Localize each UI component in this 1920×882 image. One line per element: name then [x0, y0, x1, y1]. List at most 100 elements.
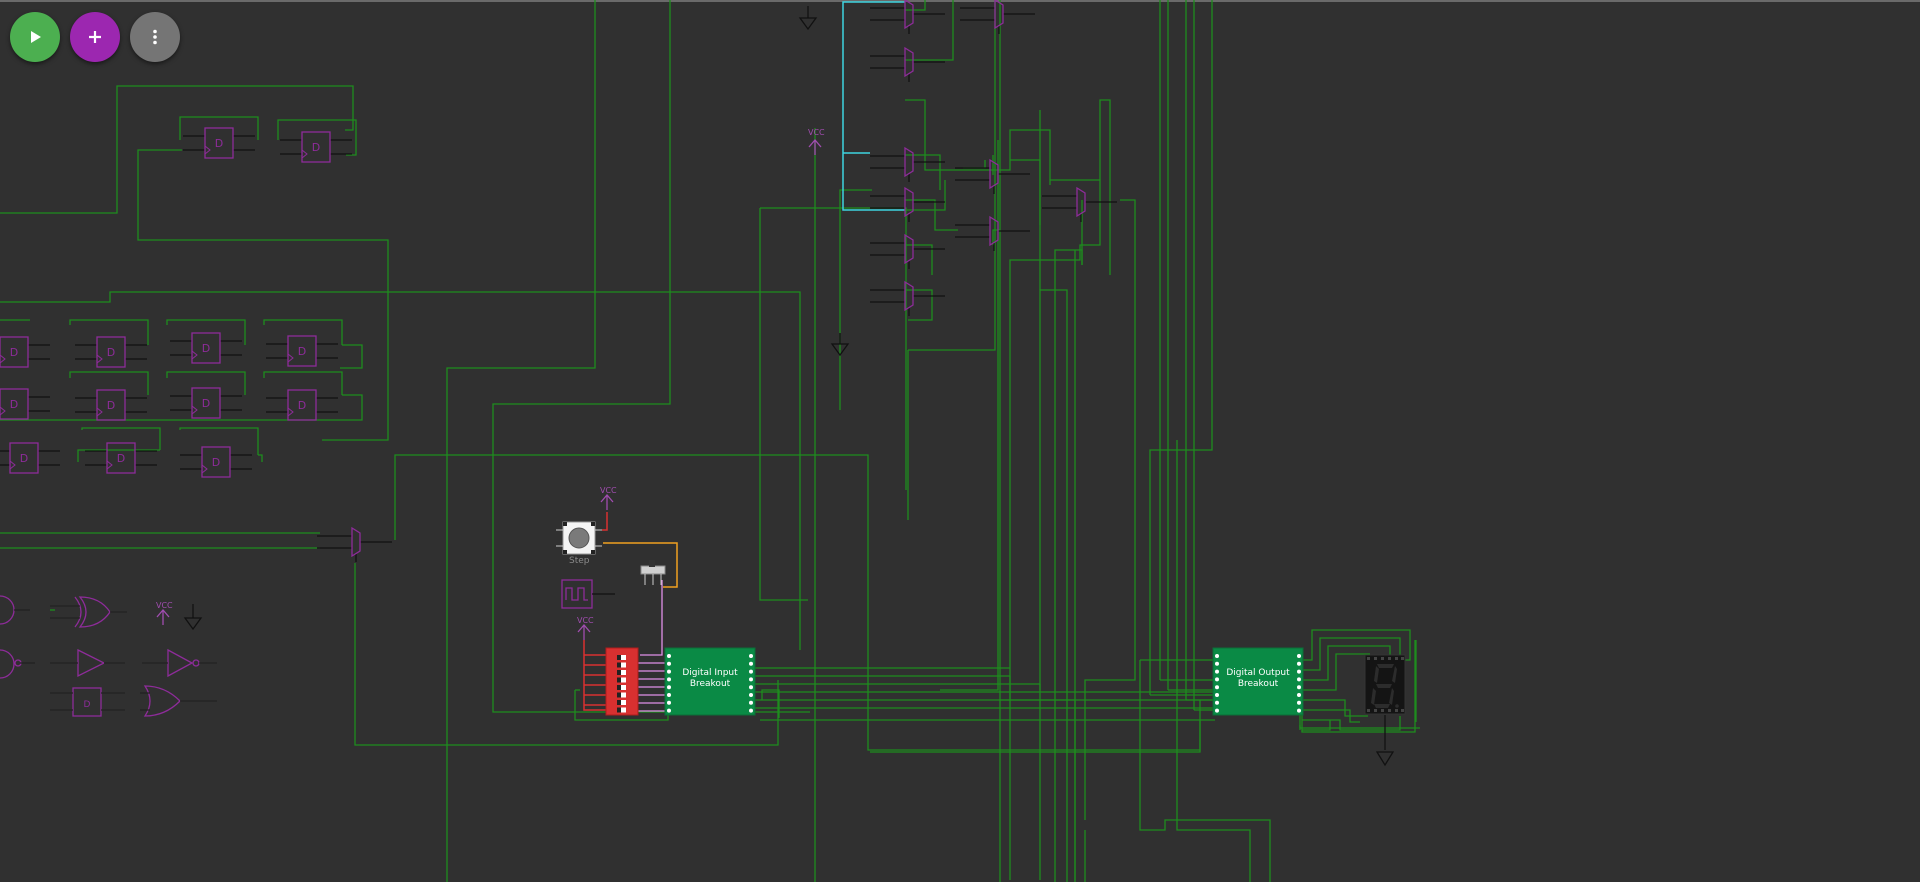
step-push-button[interactable]	[556, 521, 602, 555]
pin	[667, 693, 671, 697]
pin	[1297, 677, 1301, 682]
pin	[667, 677, 671, 682]
d-flip-flop[interactable]: D	[266, 335, 338, 367]
d-flip-flop[interactable]: D	[280, 131, 352, 163]
flip-flop-label: D	[202, 342, 210, 355]
pin	[749, 700, 753, 705]
d-flip-flop[interactable]: D	[0, 336, 50, 368]
pin	[1215, 661, 1219, 666]
selected-wire[interactable]	[842, 1, 905, 211]
nand-gate[interactable]	[0, 649, 15, 679]
pin	[1297, 654, 1301, 658]
flip-flop-label: D	[117, 452, 125, 465]
flip-flop-small-label: D	[84, 700, 91, 710]
pin	[749, 654, 753, 658]
pin	[749, 693, 753, 697]
flip-flop-label: D	[107, 399, 115, 412]
multiplexer[interactable]	[1042, 186, 1117, 222]
output-breakout-label: Digital Output Breakout	[1226, 668, 1290, 689]
flip-flop-label: D	[202, 397, 210, 410]
d-flip-flop[interactable]: D	[183, 127, 255, 159]
pin	[1297, 708, 1301, 713]
ground-icon	[183, 604, 203, 631]
plus-icon	[89, 31, 101, 43]
not-gate[interactable]	[167, 648, 194, 678]
pin	[749, 677, 753, 682]
d-flip-flop[interactable]: D	[0, 442, 60, 474]
clock-wire	[603, 542, 678, 588]
more-vertical-icon	[153, 29, 157, 45]
pin	[1215, 693, 1219, 697]
vcc-label: VCC	[577, 616, 594, 625]
pin	[749, 661, 753, 666]
multiplexer[interactable]	[870, 46, 945, 82]
vcc-arrow-icon	[600, 494, 614, 510]
and-gate[interactable]	[0, 595, 15, 625]
vcc-arrows	[156, 139, 822, 640]
ground-icon	[798, 6, 818, 31]
multiplexer[interactable]	[870, 146, 945, 182]
pin	[667, 654, 671, 658]
step-label: Step	[569, 556, 590, 566]
add-component-button[interactable]	[70, 12, 120, 62]
pin	[667, 661, 671, 666]
buffer-gate[interactable]	[77, 648, 106, 678]
more-options-button[interactable]	[130, 12, 180, 62]
flip-flop-label: D	[215, 137, 223, 150]
pin	[667, 669, 671, 674]
flip-flop-label: D	[10, 398, 18, 411]
pin	[749, 708, 753, 713]
multiplexer[interactable]	[870, 186, 945, 222]
pin	[1297, 661, 1301, 666]
vcc-label: VCC	[600, 486, 617, 495]
d-flip-flop[interactable]: D	[75, 389, 147, 421]
vcc-arrow-icon	[808, 139, 822, 155]
seven-segment-display[interactable]	[1364, 654, 1406, 715]
multiplexer[interactable]	[960, 0, 1035, 34]
dip-switch[interactable]	[605, 647, 639, 716]
multiplexer[interactable]	[870, 280, 945, 316]
pin	[749, 669, 753, 674]
vcc-arrow-icon	[156, 609, 170, 625]
play-icon	[31, 31, 41, 43]
slide-switch[interactable]	[640, 560, 666, 585]
multiplexer[interactable]	[317, 526, 392, 562]
vcc-label: VCC	[808, 128, 825, 137]
or-gate[interactable]	[143, 685, 181, 717]
flip-flop-label: D	[298, 399, 306, 412]
pin	[1215, 700, 1219, 705]
pin	[1215, 669, 1219, 674]
d-flip-flop[interactable]: D	[170, 332, 242, 364]
pin	[667, 685, 671, 690]
ground-icon	[1375, 715, 1395, 767]
gate-palette[interactable]	[0, 595, 200, 717]
multiplexer[interactable]	[870, 0, 945, 34]
mux-group[interactable]	[317, 0, 1117, 562]
pin	[1215, 685, 1219, 690]
d-flip-flop[interactable]: D	[170, 387, 242, 419]
wire-network[interactable]	[0, 0, 1420, 882]
d-flip-flop[interactable]: D	[0, 388, 50, 420]
flip-flop-label: D	[298, 345, 306, 358]
pin	[1297, 700, 1301, 705]
circuit-canvas[interactable]: D D D D D D D D D D D D D D	[0, 0, 1920, 882]
run-button[interactable]	[10, 12, 60, 62]
d-flip-flop[interactable]: D	[85, 442, 157, 474]
d-flip-flop[interactable]: D	[75, 336, 147, 368]
data-wires	[638, 580, 668, 712]
vcc-arrow-icon	[577, 624, 591, 640]
clock-generator[interactable]	[561, 579, 593, 609]
xor-gate[interactable]	[78, 596, 111, 628]
flip-flop-label: D	[312, 141, 320, 154]
multiplexer[interactable]	[870, 233, 945, 269]
flip-flop-label: D	[20, 452, 28, 465]
d-flip-flop[interactable]: D	[180, 446, 252, 478]
pin	[1297, 693, 1301, 697]
input-breakout-label: Digital Input Breakout	[682, 668, 738, 689]
d-flip-flop[interactable]: D	[266, 389, 338, 421]
pin	[749, 685, 753, 690]
pin	[667, 700, 671, 705]
pin	[1215, 677, 1219, 682]
flip-flop-label: D	[107, 346, 115, 359]
pin	[667, 708, 671, 713]
